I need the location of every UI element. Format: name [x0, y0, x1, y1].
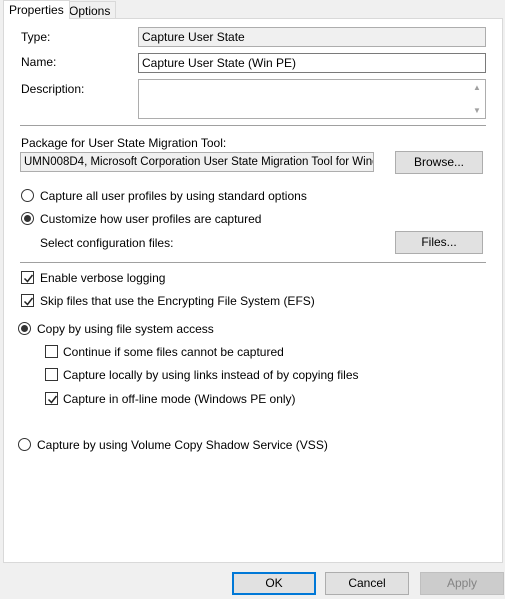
type-field: Capture User State: [138, 27, 486, 47]
verbose-logging-checkbox[interactable]: [21, 271, 34, 284]
scroll-down-icon[interactable]: ▼: [473, 106, 481, 115]
apply-button[interactable]: Apply: [420, 572, 504, 595]
separator: [20, 262, 486, 263]
customize-profiles-radio[interactable]: [21, 212, 34, 225]
offline-mode-label[interactable]: Capture in off-line mode (Windows PE onl…: [63, 392, 296, 406]
verbose-logging-label[interactable]: Enable verbose logging: [40, 271, 165, 285]
checkmark-icon: [23, 297, 34, 306]
tab-properties[interactable]: Properties: [3, 0, 70, 19]
vss-radio[interactable]: [18, 438, 31, 451]
capture-with-links-label[interactable]: Capture locally by using links instead o…: [63, 368, 359, 382]
package-field: UMN008D4, Microsoft Corporation User Sta…: [20, 152, 374, 172]
package-label: Package for User State Migration Tool:: [21, 136, 227, 150]
scroll-up-icon[interactable]: ▲: [473, 83, 481, 92]
name-label: Name:: [21, 55, 57, 69]
checkmark-icon: [23, 274, 34, 283]
description-scrollbar[interactable]: ▲ ▼: [469, 80, 485, 118]
browse-button[interactable]: Browse...: [395, 151, 483, 174]
file-system-access-label[interactable]: Copy by using file system access: [37, 322, 214, 336]
capture-with-links-checkbox[interactable]: [45, 368, 58, 381]
description-label: Description:: [21, 82, 85, 96]
separator: [20, 125, 486, 126]
file-system-access-radio[interactable]: [18, 322, 31, 335]
config-files-label: Select configuration files:: [40, 236, 174, 250]
description-field[interactable]: ▲ ▼: [138, 79, 486, 119]
customize-profiles-label[interactable]: Customize how user profiles are captured: [40, 212, 261, 226]
ok-button[interactable]: OK: [232, 572, 316, 595]
cancel-button[interactable]: Cancel: [325, 572, 409, 595]
tab-options[interactable]: Options: [63, 1, 117, 19]
name-field[interactable]: Capture User State (Win PE): [138, 53, 486, 73]
continue-on-error-label[interactable]: Continue if some files cannot be capture…: [63, 345, 284, 359]
checkmark-icon: [47, 395, 58, 404]
files-button[interactable]: Files...: [395, 231, 483, 254]
skip-efs-checkbox[interactable]: [21, 294, 34, 307]
capture-all-profiles-label[interactable]: Capture all user profiles by using stand…: [40, 189, 307, 203]
vss-label[interactable]: Capture by using Volume Copy Shadow Serv…: [37, 438, 328, 452]
type-label: Type:: [21, 30, 51, 44]
offline-mode-checkbox[interactable]: [45, 392, 58, 405]
skip-efs-label[interactable]: Skip files that use the Encrypting File …: [40, 294, 315, 308]
continue-on-error-checkbox[interactable]: [45, 345, 58, 358]
capture-all-profiles-radio[interactable]: [21, 189, 34, 202]
